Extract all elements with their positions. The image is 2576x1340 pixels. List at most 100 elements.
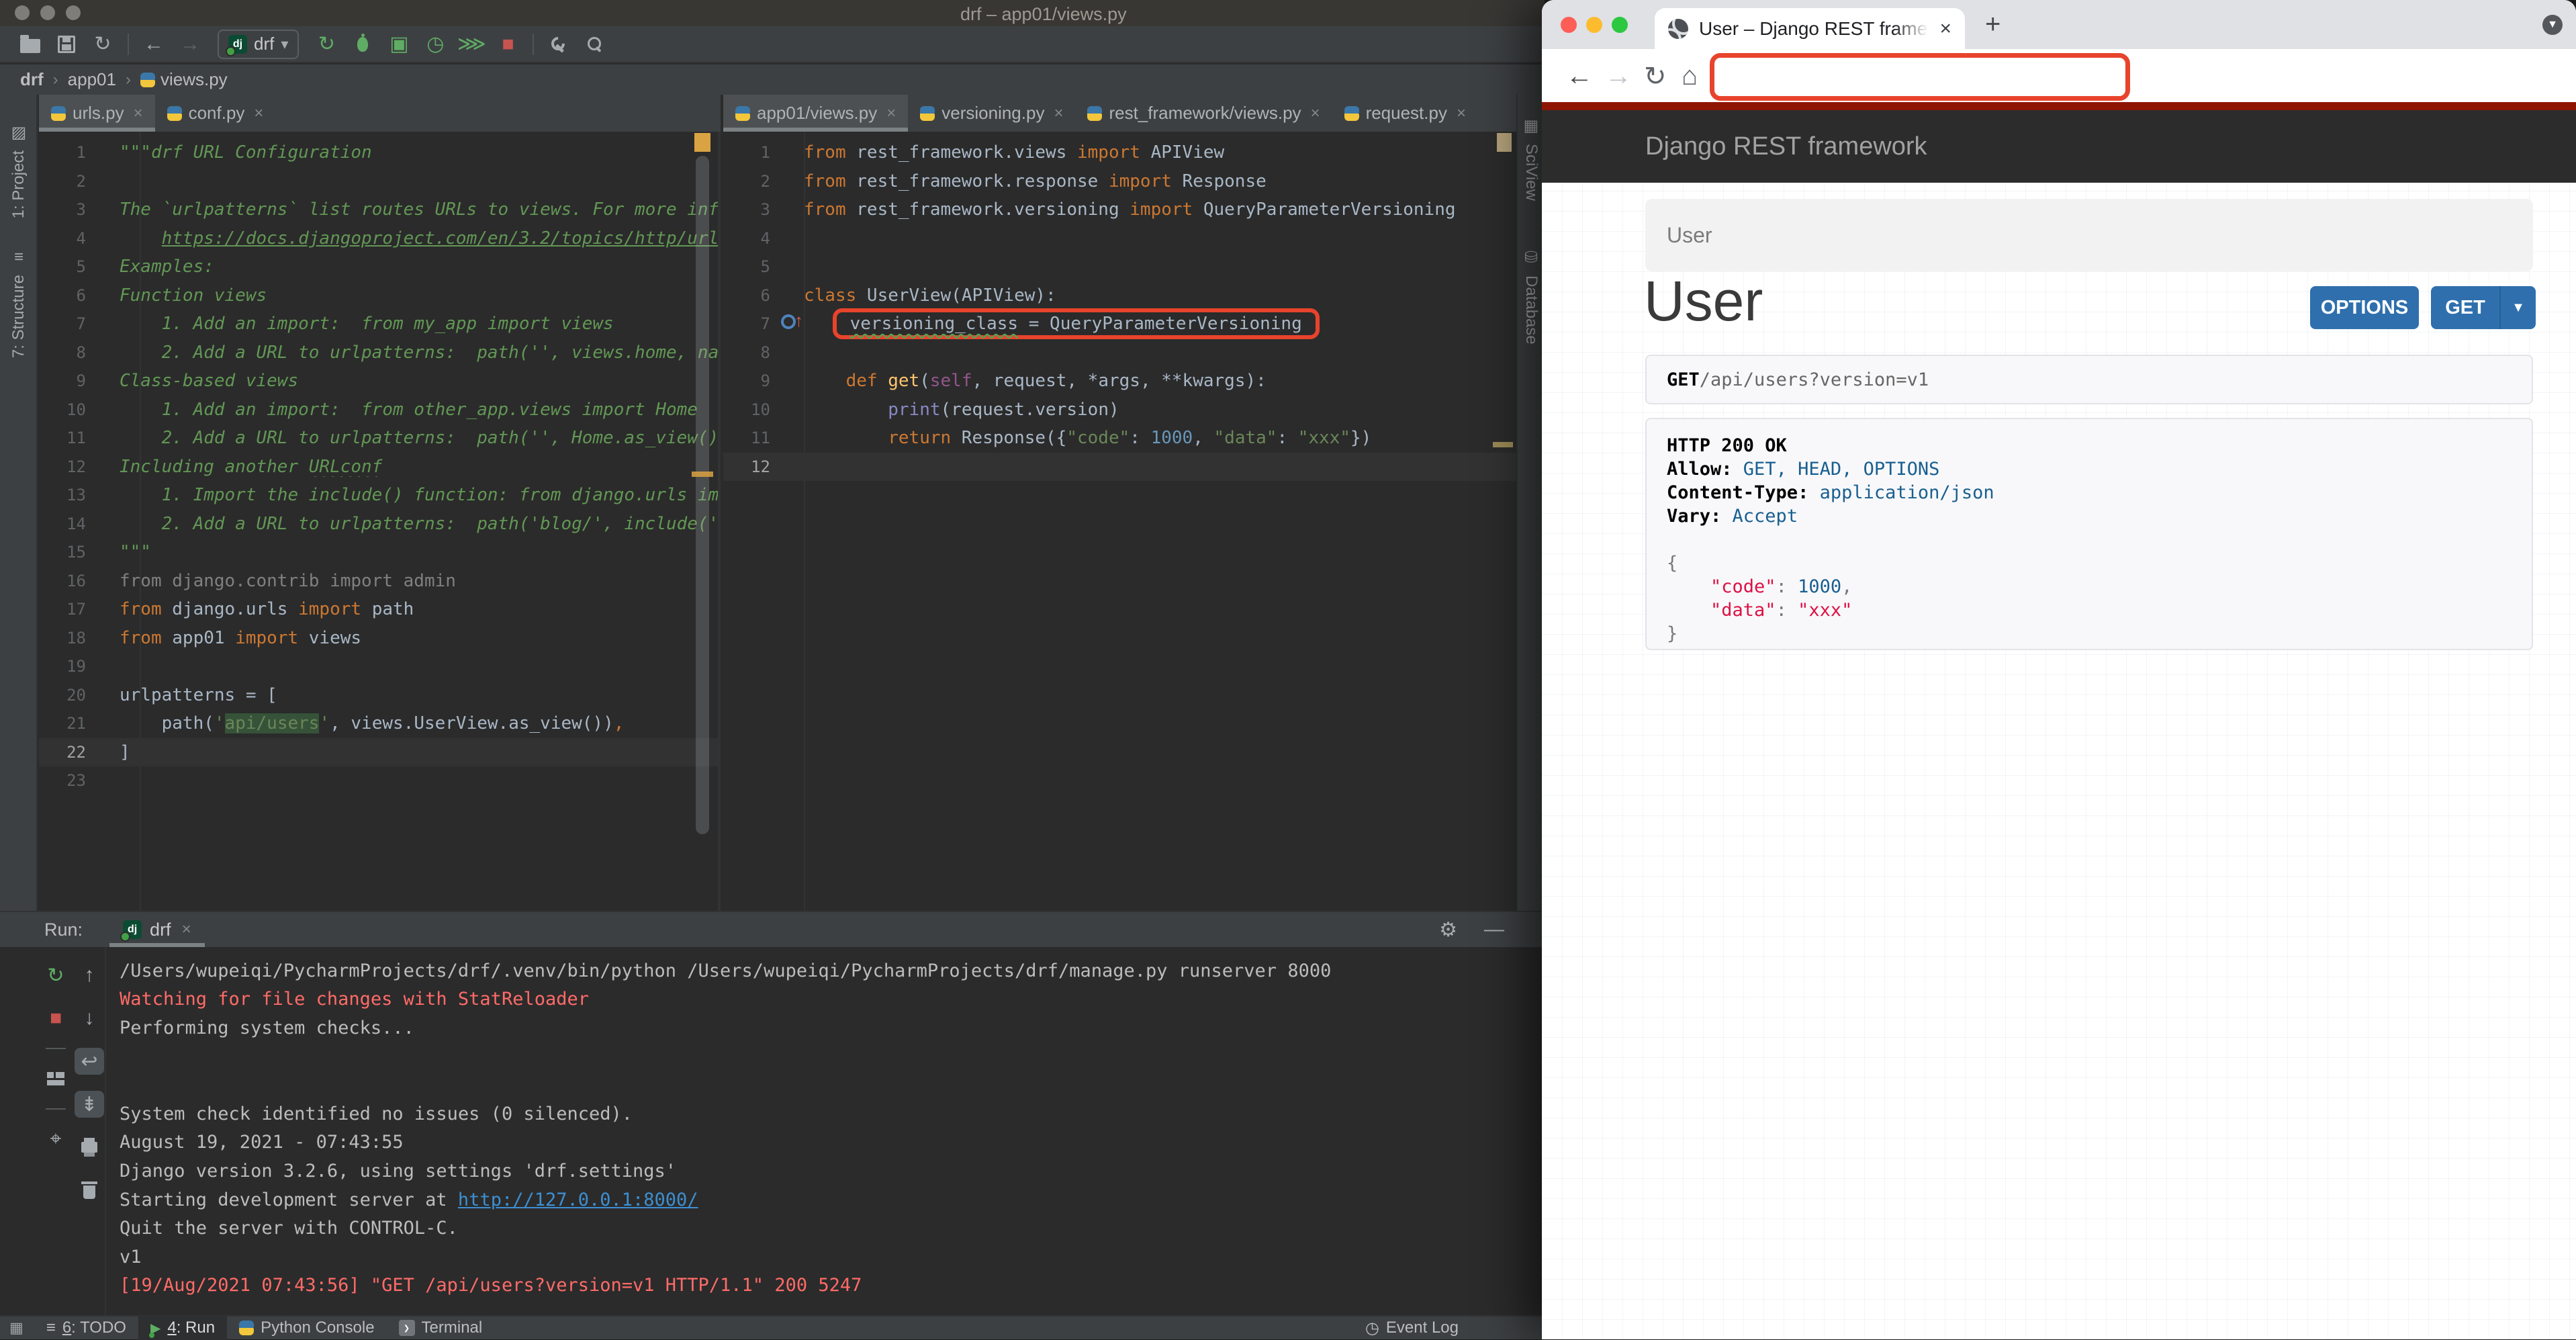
stop-icon[interactable]: ■ <box>41 1005 71 1032</box>
soft-wrap-icon[interactable]: ↩ <box>75 1048 104 1075</box>
clear-console-icon[interactable] <box>75 1177 104 1204</box>
run-console-output: /Users/wupeiqi/PycharmProjects/drf/.venv… <box>120 956 1538 1315</box>
editor-tab-rest_framework-views-py[interactable]: rest_framework/views.py × <box>1075 95 1332 132</box>
code-line: 9 Class-based views <box>39 367 718 396</box>
close-icon[interactable]: × <box>182 920 191 939</box>
drf-breadcrumb-user[interactable]: User <box>1667 223 1712 248</box>
profile-icon[interactable]: ◷ <box>417 30 453 59</box>
editor-tab-conf-py[interactable]: conf.py × <box>155 95 276 132</box>
stripe-button-database[interactable]: ⛁ Database <box>1522 248 1540 345</box>
server-url-link[interactable]: http://127.0.0.1:8000/ <box>458 1190 698 1210</box>
up-stack-trace-icon[interactable]: ↑ <box>75 962 104 989</box>
editor-tab-request-py[interactable]: request.py × <box>1332 95 1478 132</box>
restore-layout-icon[interactable] <box>41 1065 71 1092</box>
zoom-window-icon[interactable] <box>66 5 81 20</box>
coverage-icon[interactable]: ▣ <box>381 30 417 59</box>
back-icon[interactable]: ← <box>1566 61 1593 91</box>
reload-icon[interactable]: ↻ <box>1644 61 1667 92</box>
forward-icon[interactable]: → <box>1605 61 1632 91</box>
line-number: 13 <box>66 486 86 505</box>
close-tab-icon[interactable]: × <box>1939 17 1951 40</box>
response-token: HTTP 200 OK <box>1667 435 1787 456</box>
code-line: 17 from django.urls import path <box>39 595 718 624</box>
wrench-icon[interactable] <box>541 30 577 59</box>
close-tab-icon[interactable]: × <box>134 104 143 123</box>
close-tab-icon[interactable]: × <box>1054 104 1063 123</box>
token: path <box>361 599 414 620</box>
zoom-window-icon[interactable] <box>1612 17 1628 33</box>
code-line: 4 https://docs.djangoproject.com/en/3.2/… <box>39 224 718 253</box>
save-icon[interactable] <box>48 30 85 59</box>
minimize-window-icon[interactable] <box>1586 17 1602 33</box>
drf-navbar: Django REST framework <box>1542 110 2576 183</box>
debug-icon[interactable] <box>344 30 381 59</box>
code-line: 15 """ <box>39 538 718 567</box>
close-window-icon[interactable] <box>1561 17 1577 33</box>
breadcrumb-item-app01[interactable]: app01 <box>68 69 116 90</box>
code-editor-views-py[interactable]: 1 from rest_framework.views import APIVie… <box>723 132 1516 911</box>
close-tab-icon[interactable]: × <box>1311 104 1320 123</box>
down-stack-trace-icon[interactable]: ↓ <box>75 1005 104 1032</box>
warning-stripe-mark[interactable] <box>694 133 710 152</box>
editor-tab-versioning-py[interactable]: versioning.py × <box>908 95 1075 132</box>
statusbar-item--run[interactable]: ▶ 4: Run <box>138 1316 228 1340</box>
editor-scrollbar[interactable] <box>696 156 709 834</box>
get-dropdown-caret[interactable]: ▼ <box>2499 286 2536 329</box>
print-icon[interactable] <box>75 1134 104 1161</box>
stripe-button-1-project[interactable]: ▨ 1: Project <box>0 123 38 218</box>
token: 1. Import the include() function: from d… <box>161 485 718 506</box>
pin-icon[interactable]: ⌖ <box>41 1126 71 1153</box>
close-tab-icon[interactable]: × <box>886 104 896 123</box>
token: ' <box>319 713 330 734</box>
stripe-button-7-structure[interactable]: ≡ 7: Structure <box>0 248 38 358</box>
hide-panel-icon[interactable]: — <box>1484 918 1504 941</box>
tool-window-switcher-icon[interactable]: ▦ <box>9 1319 24 1337</box>
rerun-icon[interactable]: ↻ <box>41 962 71 989</box>
options-button[interactable]: OPTIONS <box>2310 286 2419 329</box>
code-text: from rest_framework.response import Resp… <box>804 171 1516 191</box>
response-line: "data": "xxx" <box>1667 600 2512 623</box>
editor-tab-urls-py[interactable]: urls.py × <box>39 95 155 132</box>
line-number: 21 <box>66 714 86 733</box>
stripe-button-sciview[interactable]: ▦ SciView <box>1522 116 1540 201</box>
concurrency-icon[interactable]: ⋙ <box>453 30 490 59</box>
line-number: 11 <box>66 429 86 448</box>
settings-gear-icon[interactable]: ⚙ <box>1439 918 1457 942</box>
statusbar-item-python-console[interactable]: Python Console <box>227 1316 386 1340</box>
close-tab-icon[interactable]: × <box>1457 104 1466 123</box>
search-icon[interactable] <box>577 30 613 59</box>
statusbar-item-terminal[interactable]: ❯ Terminal <box>387 1316 495 1340</box>
run-config-combo[interactable]: dj drf ▾ <box>218 29 300 59</box>
token: django.urls <box>161 599 299 620</box>
new-tab-button[interactable]: + <box>1985 9 2000 40</box>
code-editor-urls-py[interactable]: 1 """drf URL Configuration 2 3 The `urlpatte… <box>39 132 721 911</box>
code-line: 22] <box>39 738 718 766</box>
back-icon[interactable]: ← <box>136 30 172 59</box>
get-button[interactable]: GET <box>2431 286 2499 329</box>
forward-icon[interactable]: → <box>172 30 208 59</box>
open-icon[interactable] <box>12 30 48 59</box>
minimize-window-icon[interactable] <box>40 5 55 20</box>
warning-stripe-mark[interactable] <box>1497 133 1512 152</box>
breadcrumb-item-views-py[interactable]: views.py <box>140 69 228 90</box>
scroll-to-end-icon[interactable]: ⇟ <box>75 1091 104 1118</box>
browser-tab[interactable]: User – Django REST framework × <box>1655 8 1965 49</box>
editor-tab-app01-views-py[interactable]: app01/views.py × <box>723 95 909 132</box>
home-icon[interactable]: ⌂ <box>1682 61 1698 91</box>
warning-stripe-mark[interactable] <box>692 472 713 477</box>
statusbar-item--todo[interactable]: ≡ 6: TODO <box>34 1316 138 1340</box>
tab-search-icon[interactable]: ▼ <box>2542 15 2563 35</box>
token: UserView(APIView): <box>856 285 1056 306</box>
breadcrumb-item-drf[interactable]: drf <box>20 69 44 90</box>
stop-icon[interactable]: ■ <box>490 30 526 59</box>
close-window-icon[interactable] <box>15 5 30 20</box>
close-tab-icon[interactable]: × <box>254 104 263 123</box>
sync-icon[interactable]: ↻ <box>85 30 121 59</box>
rerun-icon[interactable]: ↻ <box>308 30 344 59</box>
line-number: 4 <box>760 228 770 248</box>
warning-stripe-mark[interactable] <box>1493 442 1513 447</box>
run-tab-drf[interactable]: dj drf × <box>109 912 205 947</box>
browser-tab-strip: User – Django REST framework × + ▼ <box>1542 0 2576 49</box>
line-number: 2 <box>76 171 86 191</box>
statusbar-item-event-log[interactable]: ◷ Event Log <box>1353 1316 1471 1340</box>
